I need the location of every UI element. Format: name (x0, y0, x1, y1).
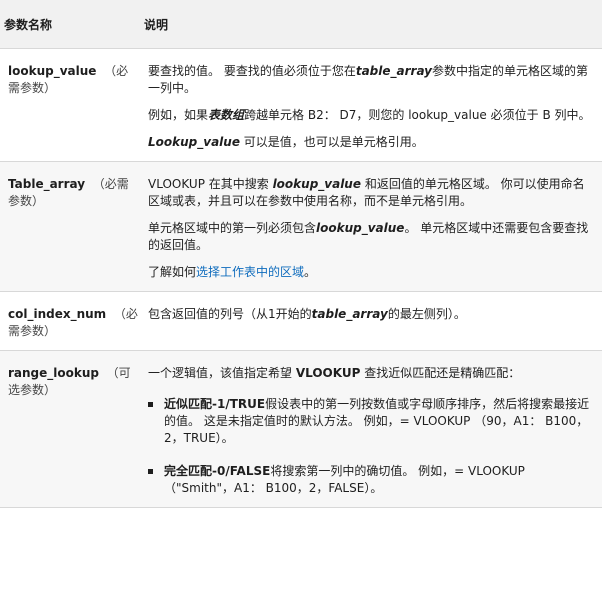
text-run: 跨越单元格 B2： D7，则您的 lookup_value 必须位于 B 列中。 (244, 108, 591, 122)
description-paragraph: Lookup_value 可以是值，也可以是单元格引用。 (148, 134, 594, 151)
text-run: 一个逻辑值，该值指定希望 (148, 366, 296, 380)
select-range-link[interactable]: 选择工作表中的区域 (196, 265, 304, 279)
table-row: col_index_num （必需参数） 包含返回值的列号（从1开始的table… (0, 291, 602, 351)
emphasis-text: lookup_value (316, 221, 405, 235)
param-description-cell: VLOOKUP 在其中搜索 lookup_value 和返回值的单元格区域。 你… (140, 161, 602, 292)
header-description: 说明 (140, 0, 602, 49)
param-name: range_lookup (8, 366, 100, 380)
description-paragraph: 包含返回值的列号（从1开始的table_array的最左侧列）。 (148, 306, 594, 323)
list-item: 完全匹配-0/FALSE将搜索第一列中的确切值。 例如，= VLOOKUP （"… (148, 463, 594, 497)
param-name: lookup_value (8, 64, 97, 78)
param-name: col_index_num (8, 307, 107, 321)
emphasis-text: VLOOKUP (295, 366, 361, 380)
list-item: 近似匹配-1/TRUE假设表中的第一列按数值或字母顺序排序，然后将搜索最接近的值… (148, 396, 594, 447)
description-paragraph: VLOOKUP 在其中搜索 lookup_value 和返回值的单元格区域。 你… (148, 176, 594, 210)
text-run: 单元格区域中的第一列必须包含 (148, 221, 317, 235)
parameter-table: 参数名称 说明 lookup_value （必需参数） 要查找的值。 要查找的值… (0, 0, 602, 508)
text-run: 要查找的值。 要查找的值必须位于您在 (148, 64, 356, 78)
emphasis-text: 表数组 (208, 108, 245, 122)
table-row: range_lookup （可选参数） 一个逻辑值，该值指定希望 VLOOKUP… (0, 350, 602, 508)
description-paragraph: 要查找的值。 要查找的值必须位于您在table_array参数中指定的单元格区域… (148, 63, 594, 97)
text-run: 了解如何 (148, 265, 197, 279)
text-run: 可以是值，也可以是单元格引用。 (239, 135, 424, 149)
emphasis-text: table_array (311, 307, 388, 321)
param-description-cell: 一个逻辑值，该值指定希望 VLOOKUP 查找近似匹配还是精确匹配： 近似匹配-… (140, 350, 602, 508)
text-run: 例如，如果 (148, 108, 209, 122)
param-name-cell: range_lookup （可选参数） (0, 350, 140, 508)
table-header-row: 参数名称 说明 (0, 0, 602, 49)
bullet-icon (148, 402, 153, 407)
text-run: 查找近似匹配还是精确匹配： (360, 366, 521, 380)
param-name-cell: col_index_num （必需参数） (0, 291, 140, 351)
match-options-list: 近似匹配-1/TRUE假设表中的第一列按数值或字母顺序排序，然后将搜索最接近的值… (148, 396, 594, 497)
table-row: Table_array （必需参数） VLOOKUP 在其中搜索 lookup_… (0, 161, 602, 292)
description-paragraph: 单元格区域中的第一列必须包含lookup_value。 单元格区域中还需要包含要… (148, 220, 594, 254)
param-name-cell: lookup_value （必需参数） (0, 48, 140, 162)
emphasis-text: lookup_value (272, 177, 361, 191)
bullet-icon (148, 469, 153, 474)
emphasis-text: 近似匹配-1/TRUE (164, 397, 266, 411)
description-paragraph: 一个逻辑值，该值指定希望 VLOOKUP 查找近似匹配还是精确匹配： (148, 365, 594, 382)
description-paragraph: 例如，如果表数组跨越单元格 B2： D7，则您的 lookup_value 必须… (148, 107, 594, 124)
description-paragraph: 了解如何选择工作表中的区域。 (148, 264, 594, 281)
param-description-cell: 包含返回值的列号（从1开始的table_array的最左侧列）。 (140, 291, 602, 351)
table-row: lookup_value （必需参数） 要查找的值。 要查找的值必须位于您在ta… (0, 48, 602, 162)
text-run: 的最左侧列）。 (387, 307, 466, 321)
text-run: 包含返回值的列号（从1开始的 (148, 307, 312, 321)
param-description-cell: 要查找的值。 要查找的值必须位于您在table_array参数中指定的单元格区域… (140, 48, 602, 162)
emphasis-text: 完全匹配-0/FALSE (164, 464, 271, 478)
text-run: VLOOKUP 在其中搜索 (148, 177, 273, 191)
param-name-cell: Table_array （必需参数） (0, 161, 140, 292)
text-run: 。 (304, 265, 317, 279)
param-name: Table_array (8, 177, 86, 191)
header-parameter-name: 参数名称 (0, 0, 140, 49)
emphasis-text: Lookup_value (148, 135, 240, 149)
emphasis-text: table_array (355, 64, 432, 78)
